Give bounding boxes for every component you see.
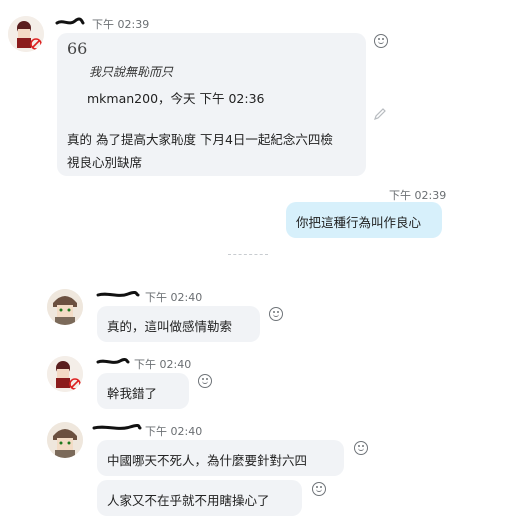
avatar[interactable]	[8, 16, 44, 52]
message-text: 真的 為了提高大家恥度 下月4日一起紀念六四檢	[67, 132, 333, 147]
message-text: 你把這種行為叫作良心	[296, 215, 422, 230]
avatar[interactable]	[47, 356, 83, 392]
avatar-boy-icon	[47, 289, 83, 325]
message-text: 真的，這叫做感情勒索	[107, 319, 233, 334]
message-timestamp: 下午 02:40	[134, 358, 192, 371]
message-bubble[interactable]: 幹我錯了	[97, 373, 189, 409]
emoji-reaction-icon[interactable]	[198, 374, 212, 388]
message-bubble[interactable]: 真的，這叫做感情勒索	[97, 306, 260, 342]
edit-pencil-icon[interactable]	[372, 106, 388, 122]
avatar[interactable]	[47, 289, 83, 325]
redacted-name	[55, 17, 85, 25]
quote-author-time: mkman200，今天 下午 02:36	[87, 91, 265, 106]
message-bubble[interactable]: 66 我只說無恥而只 mkman200，今天 下午 02:36 真的 為了提高大…	[57, 33, 366, 176]
message-text: 中國哪天不死人，為什麼要針對六四	[107, 453, 308, 468]
quote-icon: 66	[67, 39, 88, 58]
message-bubble[interactable]: 中國哪天不死人，為什麼要針對六四	[97, 440, 344, 476]
avatar-girl-icon	[47, 356, 83, 392]
quoted-text: 我只說無恥而只	[89, 65, 174, 79]
redacted-name	[96, 290, 140, 297]
message-timestamp: 下午 02:39	[389, 189, 447, 202]
message-text: 人家又不在乎就不用瞎操心了	[107, 493, 270, 508]
message-timestamp: 下午 02:40	[145, 425, 203, 438]
message-text: 幹我錯了	[107, 386, 158, 401]
message-timestamp: 下午 02:39	[92, 18, 150, 31]
emoji-reaction-icon[interactable]	[269, 307, 283, 321]
message-bubble[interactable]: 你把這種行為叫作良心	[286, 202, 442, 238]
avatar[interactable]	[47, 422, 83, 458]
avatar-boy-icon	[47, 422, 83, 458]
emoji-reaction-icon[interactable]	[354, 441, 368, 455]
message-timestamp: 下午 02:40	[145, 291, 203, 304]
message-text: 視良心別缺席	[67, 155, 143, 170]
redacted-name	[92, 423, 142, 430]
emoji-reaction-icon[interactable]	[312, 482, 326, 496]
redacted-name	[96, 357, 130, 364]
scroll-divider	[228, 248, 268, 255]
avatar-girl-icon	[8, 16, 44, 52]
emoji-reaction-icon[interactable]	[374, 34, 388, 48]
message-bubble[interactable]: 人家又不在乎就不用瞎操心了	[97, 480, 302, 516]
